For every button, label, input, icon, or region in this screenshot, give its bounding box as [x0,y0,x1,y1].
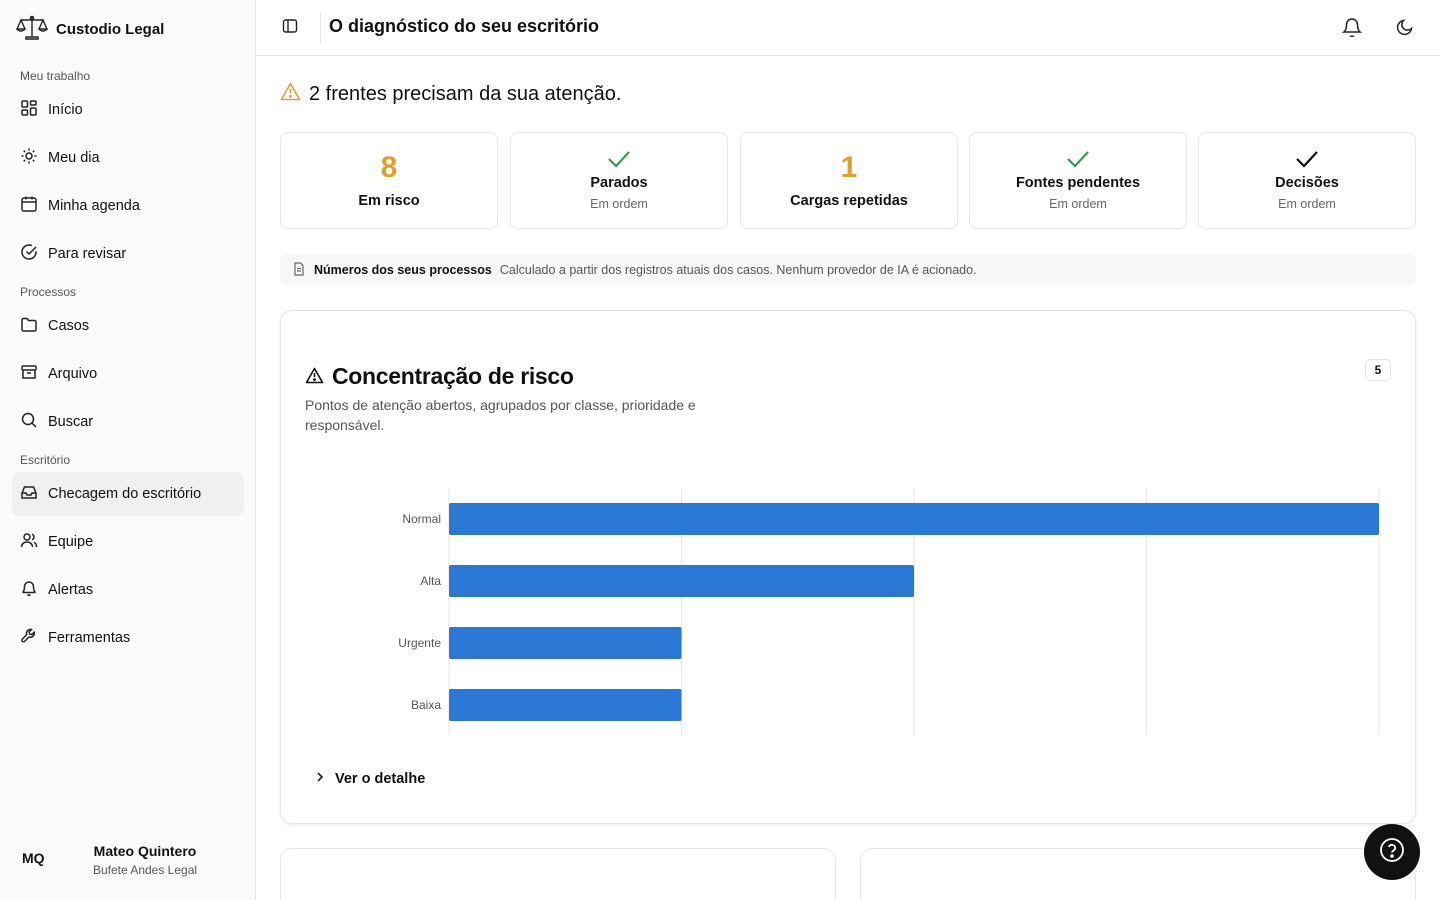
chart-category-label: Baixa [411,698,441,712]
document-icon [292,261,306,279]
chart-bar-normal[interactable] [449,503,1379,535]
chart-category-label: Urgente [398,636,441,650]
warning-icon [280,82,301,107]
card-fontes-pendentes[interactable]: Fontes pendentes Em ordem [969,132,1187,229]
sidebar-item-equipe[interactable]: Equipe [12,520,244,564]
sidebar: Custodio Legal Meu trabalho Início Meu d… [0,0,256,900]
bell-icon [20,579,38,601]
check-icon [1295,149,1319,169]
risk-concentration-panel: Concentração de risco Pontos de atenção … [280,310,1416,824]
card-label: Decisões [1275,175,1339,191]
card-status: Em ordem [1049,197,1107,211]
grid-icon [20,99,38,121]
sidebar-item-label: Minha agenda [48,198,140,214]
info-title: Números dos seus processos [314,263,492,277]
sidebar-item-label: Início [48,102,83,118]
help-icon [1379,837,1405,868]
sidebar-item-meu-dia[interactable]: Meu dia [12,136,244,180]
attention-alert-text: 2 frentes precisam da sua atenção. [309,83,622,105]
card-label: Parados [590,175,648,191]
chart-category-label: Alta [420,574,441,588]
sidebar-item-label: Casos [48,318,90,334]
sidebar-item-label: Equipe [48,534,94,550]
sidebar-item-minha-agenda[interactable]: Minha agenda [12,184,244,228]
topbar: O diagnóstico do seu escritório [256,0,1440,56]
sidebar-item-para-revisar[interactable]: Para revisar [12,232,244,276]
avatar: MQ [22,850,45,866]
sidebar-item-label: Ferramentas [48,630,131,646]
sidebar-toggle-icon [282,18,298,39]
card-label: Cargas repetidas [790,193,908,209]
card-value: 1 [840,151,858,184]
scales-icon [15,14,49,45]
card-decisoes[interactable]: Decisões Em ordem [1198,132,1416,229]
sidebar-item-label: Arquivo [48,366,98,382]
check-icon [607,149,631,169]
card-cargas-repetidas[interactable]: 1 Cargas repetidas [740,132,958,229]
card-value: 8 [380,151,398,184]
card-label: Em risco [358,193,420,209]
card-em-risco[interactable]: 8 Em risco [280,132,498,229]
notifications-bell-icon[interactable] [1341,16,1363,43]
lower-panel-right [860,848,1416,900]
card-parados[interactable]: Parados Em ordem [510,132,728,229]
inbox-icon [20,483,38,505]
attention-alert: 2 frentes precisam da sua atenção. [280,82,621,107]
archive-icon [20,363,38,385]
user-org: Bufete Andes Legal [92,863,198,877]
user-name: Mateo Quintero [93,843,197,859]
sidebar-item-arquivo[interactable]: Arquivo [12,352,244,396]
sidebar-item-label: Meu dia [48,150,100,166]
users-icon [20,531,38,553]
sidebar-item-casos[interactable]: Casos [12,304,244,348]
folder-icon [20,315,38,337]
sidebar-item-ferramentas[interactable]: Ferramentas [12,616,244,660]
sidebar-toggle-button[interactable] [278,16,302,40]
sun-icon [20,147,38,169]
chevron-right-icon [315,771,325,787]
card-status: Em ordem [1278,197,1336,211]
card-status: Em ordem [590,197,648,211]
brand[interactable]: Custodio Legal [15,14,165,45]
chart-bar-urgente[interactable] [449,627,682,659]
info-text: Calculado a partir dos registros atuais … [499,263,977,277]
search-icon [20,411,38,433]
sidebar-item-label: Alertas [48,582,94,598]
sidebar-item-label: Para revisar [48,246,127,262]
section-meu-trabalho: Meu trabalho [20,69,91,83]
check-circle-icon [20,243,38,265]
see-detail-label: Ver o detalhe [335,771,426,787]
topbar-divider [320,12,321,44]
moon-icon[interactable] [1396,18,1414,41]
sidebar-item-alertas[interactable]: Alertas [12,568,244,612]
section-processos: Processos [20,285,77,299]
chart-category-label: Normal [402,512,441,526]
help-button[interactable] [1364,824,1420,880]
wrench-icon [20,627,38,649]
user-profile[interactable]: MQ Mateo Quintero Bufete Andes Legal [0,832,256,900]
check-icon [1066,149,1090,169]
info-bar: Números dos seus processos Calculado a p… [280,254,1416,286]
sidebar-item-inicio[interactable]: Início [12,88,244,132]
chart-bar-baixa[interactable] [449,689,682,721]
sidebar-item-checagem[interactable]: Checagem do escritório [12,472,244,516]
risk-bar-chart: Normal Alta Urgente Baixa [398,488,1380,735]
page-title: O diagnóstico do seu escritório [329,16,600,36]
brand-name: Custodio Legal [56,21,165,38]
sidebar-item-label: Buscar [48,414,94,430]
chart-bar-alta[interactable] [449,565,914,597]
see-detail-button[interactable]: Ver o detalhe [315,771,425,787]
sidebar-item-buscar[interactable]: Buscar [12,400,244,444]
sidebar-item-label: Checagem do escritório [48,486,202,502]
section-escritorio: Escritório [20,453,71,467]
calendar-icon [20,195,38,217]
lower-panel-left [280,848,836,900]
card-label: Fontes pendentes [1015,175,1141,191]
